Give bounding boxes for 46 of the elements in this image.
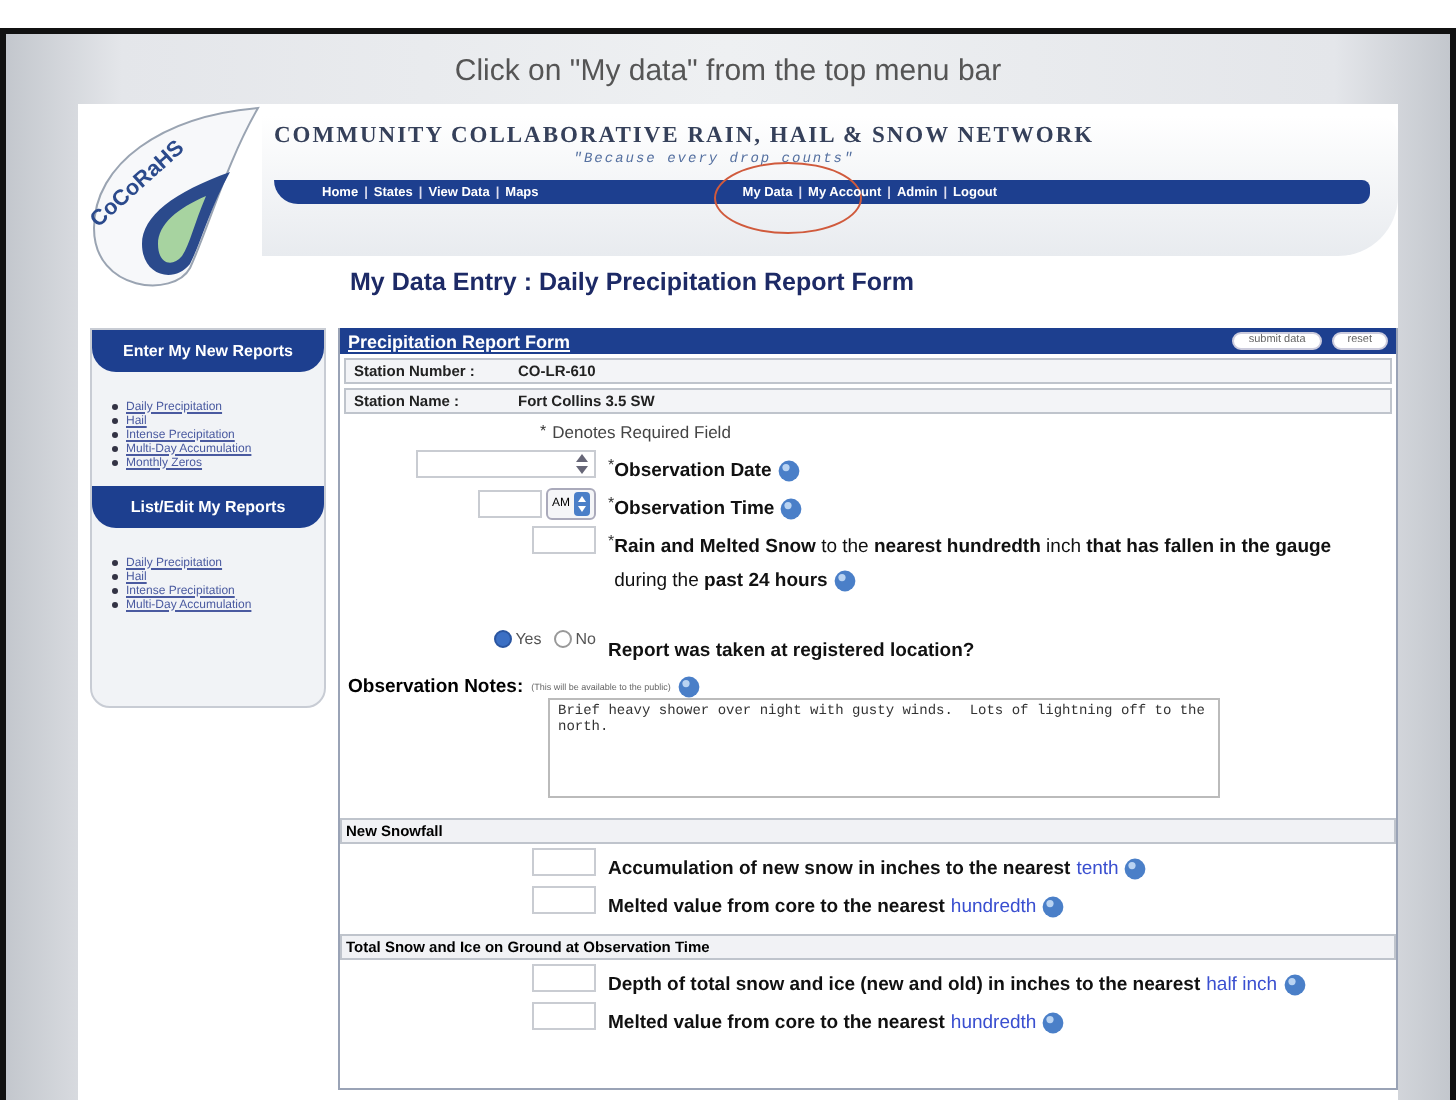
number-field[interactable] (532, 1002, 596, 1030)
number-field[interactable] (532, 886, 596, 914)
time-field[interactable] (478, 490, 542, 518)
radio-label: No (575, 630, 596, 648)
field-label: Depth of total snow and ice (new and old) in inches to the nearest (608, 974, 1201, 996)
bullet-icon (112, 602, 118, 608)
field-label: Melted value from core to the nearest (608, 896, 945, 918)
bullet-icon (112, 574, 118, 580)
field-label: Report was taken at registered location? (608, 640, 975, 662)
bullet-icon (112, 446, 118, 452)
field-label: Rain and Melted Snow to the nearest hundredth inch that has fallen in the gauge during the past 24 hours (614, 536, 1332, 592)
site-title: COMMUNITY COLLABORATIVE RAIN, HAIL & SNOW NETWORK (274, 122, 1097, 148)
bullet-icon (112, 460, 118, 466)
help-link[interactable]: half inch (1206, 974, 1278, 996)
required-marker: * (608, 492, 615, 516)
help-link[interactable]: tenth (1076, 858, 1119, 880)
spinner-icon (574, 452, 590, 476)
help-link[interactable]: hundredth (950, 896, 1037, 918)
radio-label: Yes (515, 630, 542, 648)
number-field[interactable] (532, 848, 596, 876)
bullet-icon (112, 418, 118, 424)
bullet-icon (112, 432, 118, 438)
field-label: Accumulation of new snow in inches to the nearest (608, 858, 1071, 880)
required-note: Denotes Required Field (552, 422, 731, 442)
sidebar-heading: List/Edit My Reports (92, 486, 324, 528)
required-marker: * (608, 454, 615, 478)
field-label: Melted value from core to the nearest (608, 1012, 945, 1034)
page-title: My Data Entry : Daily Precipitation Report Form (350, 268, 916, 300)
required-marker: * (608, 530, 615, 554)
number-field[interactable] (532, 964, 596, 992)
bullet-icon (112, 404, 118, 410)
amount-field[interactable] (532, 526, 596, 554)
bullet-icon (112, 560, 118, 566)
field-label: Observation Date (614, 460, 772, 482)
slide-caption: Click on "My data" from the top menu bar (452, 52, 1004, 92)
radio-button[interactable] (553, 630, 572, 648)
field-label: Observation Time (614, 498, 775, 520)
form-title: Precipitation Report Form (348, 331, 571, 351)
notes-label: Observation Notes: (348, 676, 524, 698)
bullet-icon (112, 588, 118, 594)
date-field[interactable] (416, 450, 596, 478)
sidebar-heading: Enter My New Reports (92, 330, 324, 372)
spinner-icon (574, 492, 590, 516)
radio-button[interactable] (493, 630, 512, 648)
help-link[interactable]: hundredth (950, 1012, 1037, 1034)
required-marker: * (540, 422, 547, 440)
